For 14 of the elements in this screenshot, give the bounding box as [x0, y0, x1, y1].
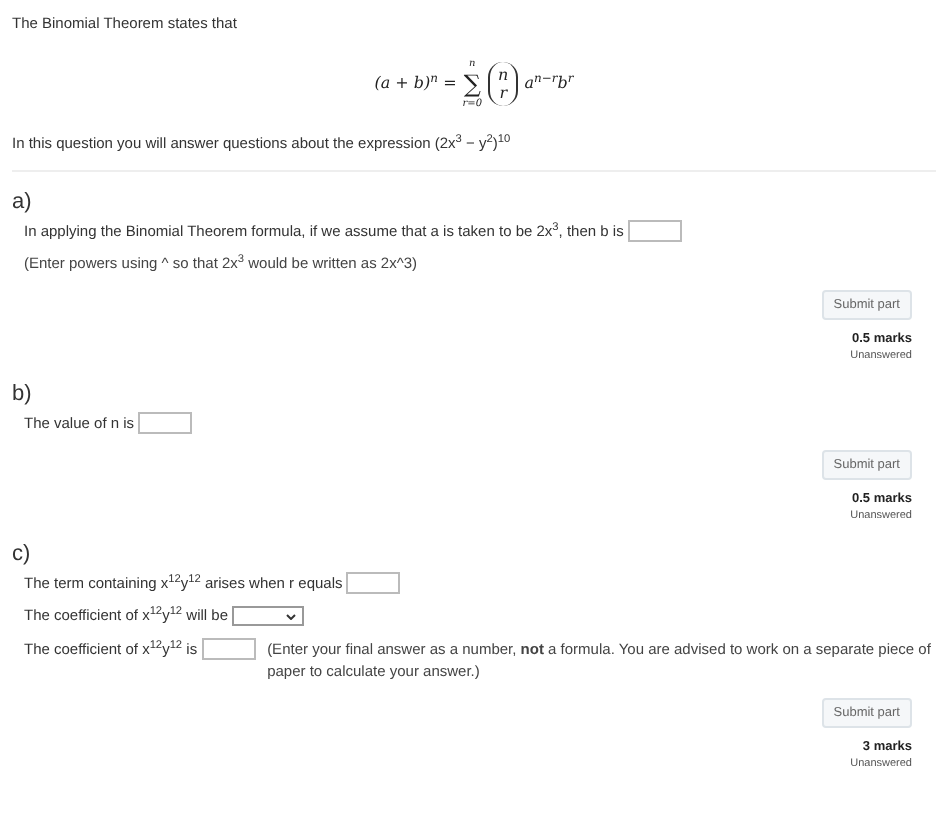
answer-field[interactable]	[138, 412, 193, 434]
sigma-symbol: ∑	[463, 72, 481, 96]
chevron-down-icon	[286, 613, 296, 619]
part-label: b)	[12, 380, 34, 408]
part-label: c)	[12, 540, 33, 568]
answer-field[interactable]	[346, 572, 401, 594]
binomial-bottom: r	[499, 84, 508, 102]
formula-lhs: (a + b)$^{n}$ =	[374, 72, 457, 96]
answer-field[interactable]	[201, 638, 256, 660]
binomial-top: n	[498, 66, 509, 84]
formula-term: a$^{n−r}$b$^{r}$	[524, 72, 574, 96]
part-label: a)	[12, 188, 34, 216]
dropdown-field[interactable]	[232, 606, 304, 626]
answer-field[interactable]	[627, 220, 682, 242]
